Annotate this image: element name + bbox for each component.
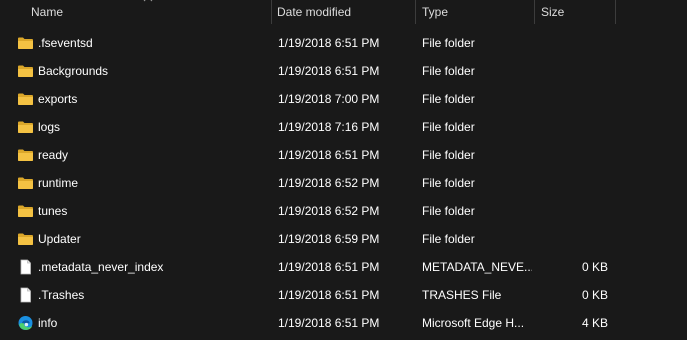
file-row[interactable]: runtime 1/19/2018 6:52 PM File folder — [0, 169, 687, 197]
file-size — [540, 57, 608, 85]
file-date-modified: 1/19/2018 6:51 PM — [278, 64, 380, 78]
file-row[interactable]: info 1/19/2018 6:51 PM Microsoft Edge H...… — [0, 309, 687, 337]
file-name: info — [38, 316, 58, 330]
file-name: Backgrounds — [38, 64, 109, 78]
folder-icon — [17, 63, 34, 79]
file-type: Microsoft Edge H... — [422, 316, 525, 330]
column-divider[interactable] — [615, 0, 616, 24]
file-size — [540, 169, 608, 197]
file-name: .metadata_never_index — [38, 260, 164, 274]
file-type: METADATA_NEVE... — [422, 260, 532, 274]
column-header-size[interactable]: Size — [535, 0, 615, 24]
folder-icon — [17, 231, 34, 247]
file-row[interactable]: tunes 1/19/2018 6:52 PM File folder — [0, 197, 687, 225]
column-header-name[interactable]: Name — [25, 0, 271, 24]
file-icon — [17, 259, 34, 275]
file-date-modified: 1/19/2018 7:00 PM — [278, 92, 380, 106]
file-name: .Trashes — [38, 288, 85, 302]
file-name: Updater — [38, 232, 81, 246]
file-size — [540, 225, 608, 253]
file-list-view: Name Date modified Type Size .fseventsd 1… — [0, 0, 687, 340]
file-name: .fseventsd — [38, 36, 93, 50]
file-size — [540, 113, 608, 141]
file-name: logs — [38, 120, 61, 134]
file-date-modified: 1/19/2018 6:52 PM — [278, 176, 380, 190]
file-name: exports — [38, 92, 78, 106]
folder-icon — [17, 147, 34, 163]
file-size — [540, 197, 608, 225]
folder-icon — [17, 91, 34, 107]
column-header-row: Name Date modified Type Size — [0, 0, 687, 24]
file-size — [540, 141, 608, 169]
column-header-date-modified[interactable]: Date modified — [271, 0, 415, 24]
file-date-modified: 1/19/2018 6:52 PM — [278, 204, 380, 218]
file-date-modified: 1/19/2018 6:59 PM — [278, 232, 380, 246]
file-row[interactable]: exports 1/19/2018 7:00 PM File folder — [0, 85, 687, 113]
file-size — [540, 29, 608, 57]
folder-icon — [17, 203, 34, 219]
file-size — [540, 85, 608, 113]
file-type: File folder — [422, 148, 475, 162]
folder-icon — [17, 119, 34, 135]
file-row[interactable]: .fseventsd 1/19/2018 6:51 PM File folder — [0, 29, 687, 57]
file-name: ready — [38, 148, 69, 162]
file-row[interactable]: ready 1/19/2018 6:51 PM File folder — [0, 141, 687, 169]
file-date-modified: 1/19/2018 6:51 PM — [278, 316, 380, 330]
file-type: File folder — [422, 176, 475, 190]
file-size: 0 KB — [581, 260, 608, 274]
file-type: File folder — [422, 92, 475, 106]
file-date-modified: 1/19/2018 7:16 PM — [278, 120, 380, 134]
file-date-modified: 1/19/2018 6:51 PM — [278, 148, 380, 162]
file-row[interactable]: Backgrounds 1/19/2018 6:51 PM File folder — [0, 57, 687, 85]
file-size: 0 KB — [581, 288, 608, 302]
file-row[interactable]: .metadata_never_index 1/19/2018 6:51 PM ME… — [0, 253, 687, 281]
file-name: runtime — [38, 176, 79, 190]
edge-icon — [17, 315, 34, 331]
column-header-type[interactable]: Type — [416, 0, 534, 24]
file-type: File folder — [422, 64, 475, 78]
file-row[interactable]: Updater 1/19/2018 6:59 PM File folder — [0, 225, 687, 253]
folder-icon — [17, 35, 34, 51]
file-type: File folder — [422, 232, 475, 246]
file-type: File folder — [422, 120, 475, 134]
file-type: TRASHES File — [422, 288, 502, 302]
file-date-modified: 1/19/2018 6:51 PM — [278, 288, 380, 302]
file-date-modified: 1/19/2018 6:51 PM — [278, 36, 380, 50]
file-row[interactable]: logs 1/19/2018 7:16 PM File folder — [0, 113, 687, 141]
file-type: File folder — [422, 36, 475, 50]
file-size: 4 KB — [581, 316, 608, 330]
file-type: File folder — [422, 204, 475, 218]
file-name: tunes — [38, 204, 68, 218]
file-date-modified: 1/19/2018 6:51 PM — [278, 260, 380, 274]
folder-icon — [17, 175, 34, 191]
file-row[interactable]: .Trashes 1/19/2018 6:51 PM TRASHES File 0 K… — [0, 281, 687, 309]
file-icon — [17, 287, 34, 303]
